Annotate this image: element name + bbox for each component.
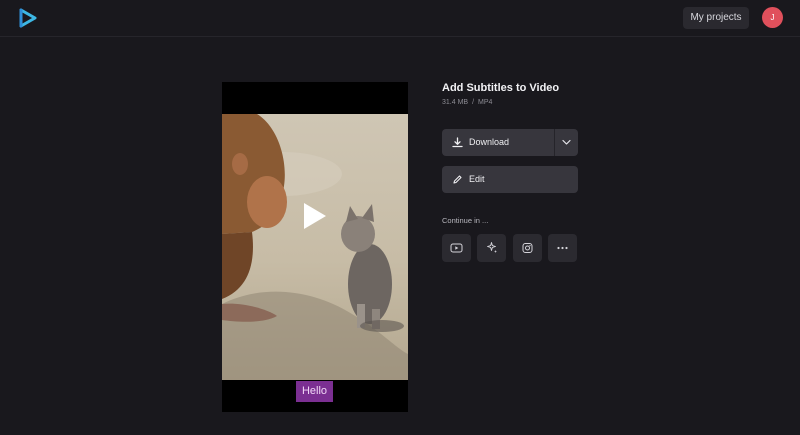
subtitle-caption: Hello (296, 381, 333, 402)
video-thumbnail (222, 114, 408, 380)
download-icon (452, 137, 463, 148)
instagram-icon (522, 243, 533, 253)
download-options-dropdown[interactable] (555, 129, 578, 156)
download-button-group: Download (442, 129, 578, 156)
more-options-icon (557, 246, 568, 250)
continue-more-button[interactable] (548, 234, 577, 262)
pencil-icon (453, 175, 462, 184)
avatar[interactable]: J (762, 7, 783, 28)
chevron-down-icon (562, 139, 571, 145)
download-button[interactable]: Download (442, 129, 555, 156)
youtube-icon (450, 243, 463, 253)
file-meta: 31.4 MB / MP4 (442, 99, 492, 106)
play-icon[interactable] (302, 201, 328, 231)
sparkle-tools-icon (487, 242, 497, 253)
top-bar: My projects J (0, 0, 800, 37)
continue-in-label: Continue in ... (442, 216, 489, 225)
play-triangle-logo-icon[interactable] (17, 8, 37, 28)
file-format: MP4 (478, 99, 493, 106)
download-label: Download (469, 137, 510, 147)
page-title: Add Subtitles to Video (442, 82, 560, 94)
edit-label: Edit (469, 174, 485, 184)
my-projects-button[interactable]: My projects (683, 7, 749, 29)
continue-instagram-button[interactable] (513, 234, 542, 262)
edit-button[interactable]: Edit (442, 166, 578, 193)
continue-youtube-button[interactable] (442, 234, 471, 262)
file-size: 31.4 MB (442, 99, 469, 106)
video-player[interactable]: Hello (222, 82, 408, 412)
continue-tools-button[interactable] (477, 234, 506, 262)
meta-separator: / (472, 99, 475, 106)
